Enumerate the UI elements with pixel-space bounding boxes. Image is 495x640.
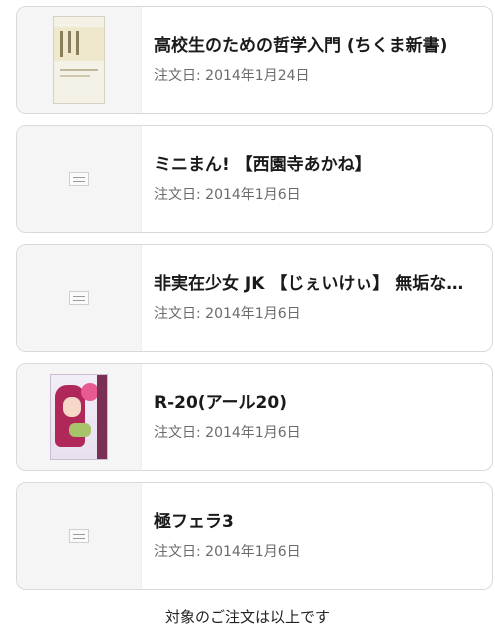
book-cover-image bbox=[53, 16, 105, 104]
order-title[interactable]: 極フェラ3 bbox=[154, 510, 476, 534]
product-thumbnail[interactable] bbox=[17, 364, 142, 470]
order-title[interactable]: ミニまん! 【西園寺あかね】 bbox=[154, 153, 476, 177]
no-image-icon bbox=[69, 172, 89, 186]
no-image-icon bbox=[69, 529, 89, 543]
order-date: 注文日: 2014年1月6日 bbox=[154, 544, 301, 560]
order-date: 注文日: 2014年1月6日 bbox=[154, 425, 301, 441]
end-of-list-message: 対象のご注文は以上です bbox=[164, 608, 330, 626]
order-card[interactable]: ミニまん! 【西園寺あかね】 注文日: 2014年1月6日 bbox=[16, 125, 493, 233]
product-thumbnail[interactable] bbox=[17, 126, 142, 232]
product-thumbnail[interactable] bbox=[17, 245, 142, 351]
order-date: 注文日: 2014年1月24日 bbox=[154, 68, 310, 84]
product-box-image bbox=[50, 374, 108, 460]
no-image-icon bbox=[69, 291, 89, 305]
order-card[interactable]: 高校生のための哲学入門 (ちくま新書) 注文日: 2014年1月24日 bbox=[16, 6, 493, 114]
product-thumbnail[interactable] bbox=[17, 483, 142, 589]
order-card[interactable]: 非実在少女 JK 【じぇいけぃ】 無垢な… 注文日: 2014年1月6日 bbox=[16, 244, 493, 352]
order-date: 注文日: 2014年1月6日 bbox=[154, 306, 301, 322]
order-list: 高校生のための哲学入門 (ちくま新書) 注文日: 2014年1月24日 ミニまん… bbox=[16, 6, 493, 601]
order-card[interactable]: R-20(アール20) 注文日: 2014年1月6日 bbox=[16, 363, 493, 471]
order-card[interactable]: 極フェラ3 注文日: 2014年1月6日 bbox=[16, 482, 493, 590]
order-title[interactable]: 高校生のための哲学入門 (ちくま新書) bbox=[154, 34, 476, 58]
order-title[interactable]: 非実在少女 JK 【じぇいけぃ】 無垢な… bbox=[154, 272, 476, 296]
order-date: 注文日: 2014年1月6日 bbox=[154, 187, 301, 203]
product-thumbnail[interactable] bbox=[17, 7, 142, 113]
order-title[interactable]: R-20(アール20) bbox=[154, 391, 476, 415]
